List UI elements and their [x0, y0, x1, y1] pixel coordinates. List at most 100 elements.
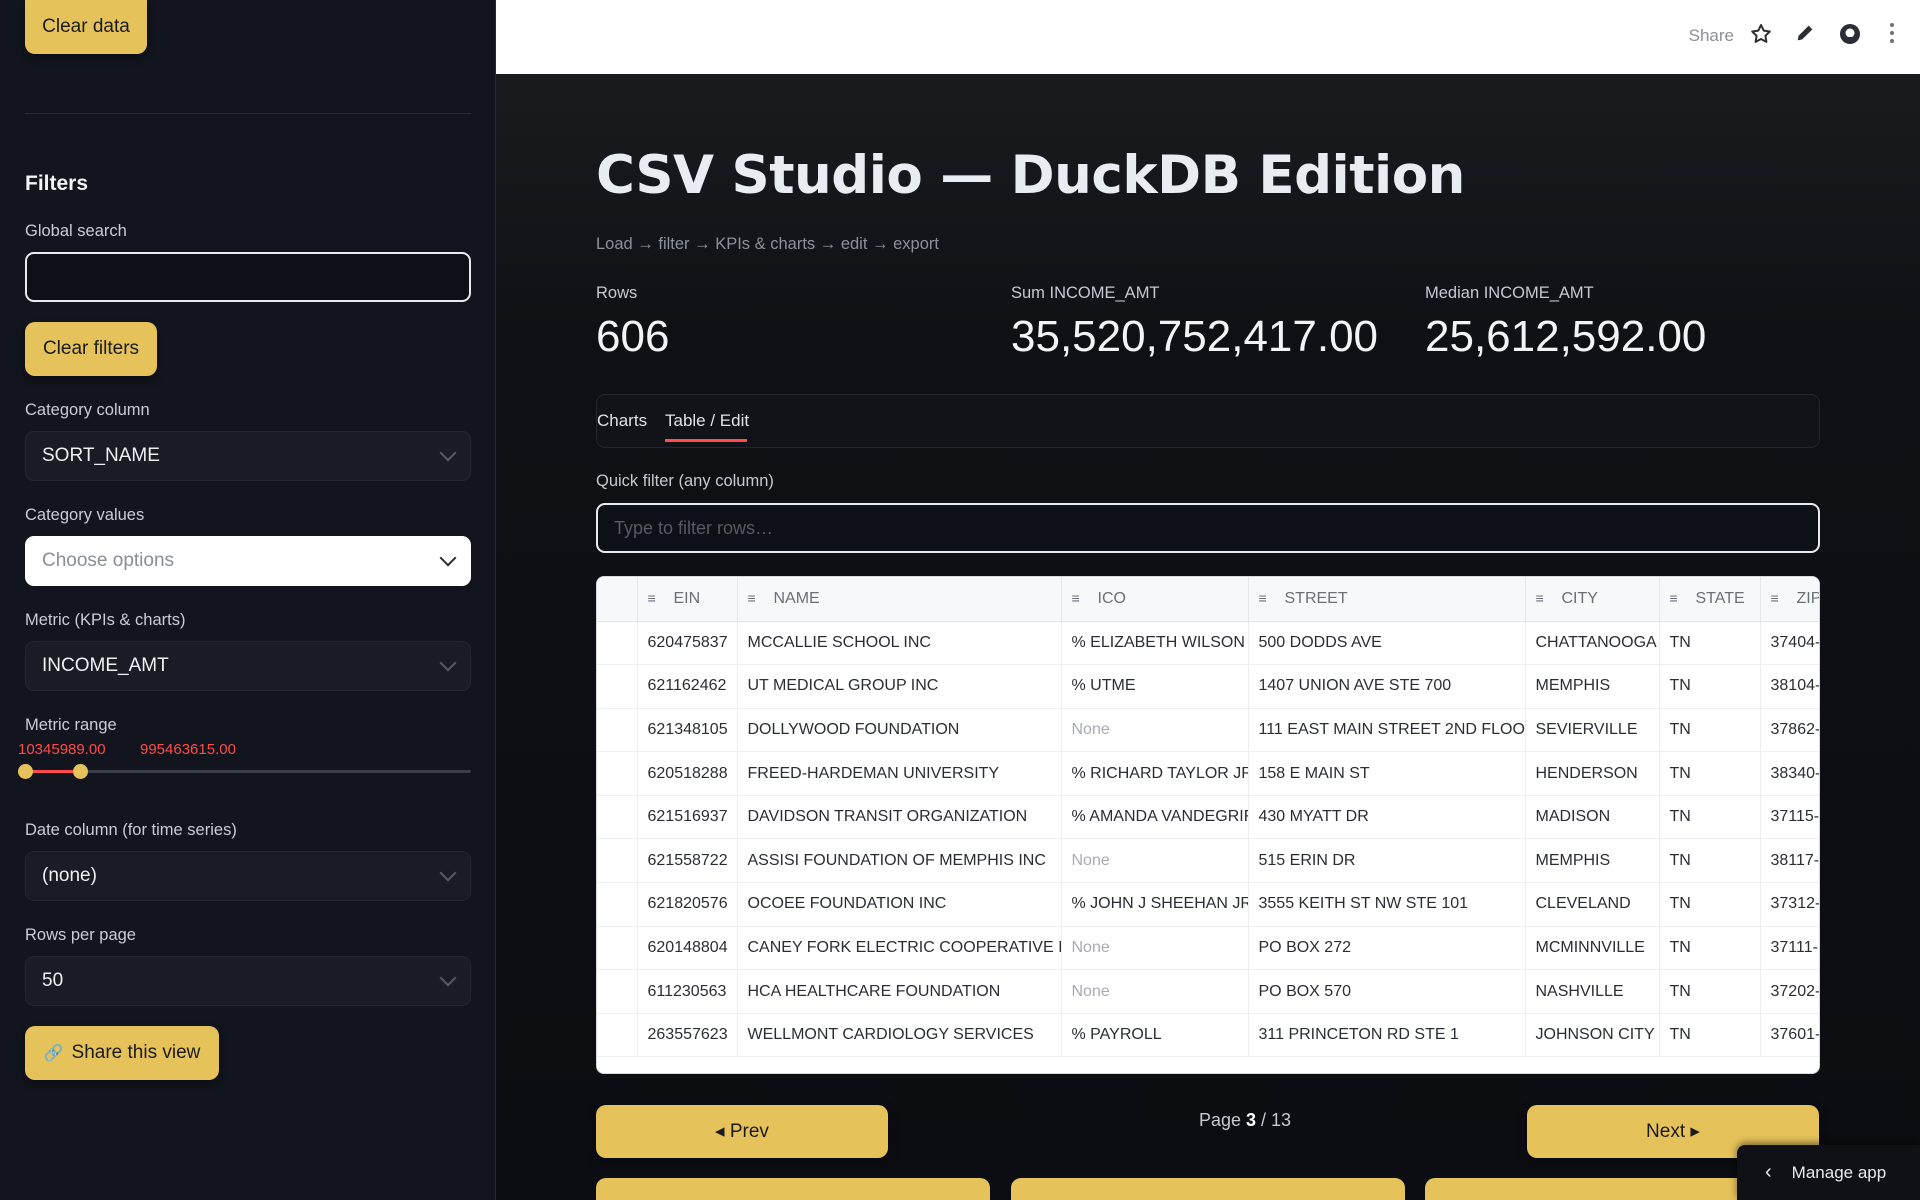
- row-index-cell[interactable]: [597, 795, 638, 840]
- table-cell[interactable]: TN: [1659, 708, 1761, 753]
- table-cell[interactable]: 37111-: [1760, 926, 1819, 971]
- table-cell[interactable]: 621162462: [637, 664, 738, 709]
- share-link[interactable]: Share: [1689, 26, 1734, 46]
- column-header-street[interactable]: ≡ STREET: [1248, 577, 1526, 622]
- table-cell[interactable]: 620475837: [637, 621, 738, 666]
- table-cell[interactable]: 37312-: [1760, 882, 1819, 927]
- table-cell[interactable]: 38340-: [1760, 751, 1819, 796]
- table-row[interactable]: 620148804 CANEY FORK ELECTRIC COOPERATIVE…: [597, 926, 1819, 971]
- table-cell[interactable]: TN: [1659, 969, 1761, 1014]
- github-icon[interactable]: [1836, 22, 1864, 50]
- table-cell[interactable]: ASSISI FOUNDATION OF MEMPHIS INC: [737, 838, 1062, 884]
- row-index-cell[interactable]: [597, 1013, 638, 1058]
- category-values-multiselect[interactable]: Choose options: [25, 536, 471, 586]
- table-row[interactable]: 621558722 ASSISI FOUNDATION OF MEMPHIS IN…: [597, 838, 1819, 884]
- date-column-select[interactable]: (none): [25, 851, 471, 901]
- table-cell[interactable]: HENDERSON: [1525, 751, 1660, 796]
- table-cell[interactable]: 37601-: [1760, 1013, 1819, 1058]
- table-row[interactable]: 621820576 OCOEE FOUNDATION INC% JOHN J SH…: [597, 882, 1819, 927]
- table-cell[interactable]: CANEY FORK ELECTRIC COOPERATIVE INC: [737, 926, 1062, 971]
- table-cell[interactable]: NASHVILLE: [1525, 969, 1660, 1014]
- row-index-cell[interactable]: [597, 621, 638, 666]
- table-cell[interactable]: 621558722: [637, 838, 738, 884]
- table-cell[interactable]: 1407 UNION AVE STE 700: [1248, 664, 1526, 709]
- table-row[interactable]: 621516937 DAVIDSON TRANSIT ORGANIZATION% …: [597, 795, 1819, 840]
- data-editor-table[interactable]: ≡ EIN ≡ NAME ≡ ICO ≡ STREET ≡ CITY ≡ STATE ≡ ZI…: [596, 576, 1820, 1074]
- share-view-button[interactable]: 🔗 Share this view: [25, 1026, 219, 1080]
- column-header-ico[interactable]: ≡ ICO: [1061, 577, 1249, 622]
- table-cell[interactable]: % ELIZABETH WILSON: [1061, 621, 1249, 666]
- table-cell[interactable]: None: [1061, 969, 1249, 1014]
- table-cell[interactable]: 38117-: [1760, 838, 1819, 884]
- table-cell[interactable]: SEVIERVILLE: [1525, 708, 1660, 753]
- column-header-city[interactable]: ≡ CITY: [1525, 577, 1660, 622]
- row-index-cell[interactable]: [597, 882, 638, 927]
- star-icon[interactable]: [1747, 22, 1775, 50]
- row-index-cell[interactable]: [597, 751, 638, 796]
- table-cell[interactable]: % RICHARD TAYLOR JR: [1061, 751, 1249, 796]
- table-cell[interactable]: HCA HEALTHCARE FOUNDATION: [737, 969, 1062, 1014]
- table-cell[interactable]: TN: [1659, 882, 1761, 927]
- table-cell[interactable]: None: [1061, 926, 1249, 971]
- column-header-name[interactable]: ≡ NAME: [737, 577, 1062, 622]
- table-cell[interactable]: DOLLYWOOD FOUNDATION: [737, 708, 1062, 753]
- table-cell[interactable]: TN: [1659, 621, 1761, 666]
- metric-range-track[interactable]: [25, 770, 471, 773]
- table-cell[interactable]: TN: [1659, 795, 1761, 840]
- kebab-menu-icon[interactable]: [1878, 22, 1906, 50]
- table-cell[interactable]: PO BOX 570: [1248, 969, 1526, 1014]
- table-cell[interactable]: MCMINNVILLE: [1525, 926, 1660, 971]
- table-cell[interactable]: % AMANDA VANDEGRIFT: [1061, 795, 1249, 840]
- column-header-ein[interactable]: ≡ EIN: [637, 577, 738, 622]
- global-search-input[interactable]: [25, 252, 471, 302]
- table-cell[interactable]: 3555 KEITH ST NW STE 101: [1248, 882, 1526, 927]
- metric-select[interactable]: INCOME_AMT: [25, 641, 471, 691]
- row-index-cell[interactable]: [597, 708, 638, 753]
- table-cell[interactable]: 311 PRINCETON RD STE 1: [1248, 1013, 1526, 1058]
- table-cell[interactable]: 620148804: [637, 926, 738, 971]
- table-row[interactable]: 621162462 UT MEDICAL GROUP INC% UTME 1407 …: [597, 664, 1819, 709]
- table-cell[interactable]: MEMPHIS: [1525, 838, 1660, 884]
- table-row[interactable]: 263557623 WELLMONT CARDIOLOGY SERVICES% P…: [597, 1013, 1819, 1058]
- table-cell[interactable]: None: [1061, 838, 1249, 884]
- range-min-handle[interactable]: [18, 764, 33, 779]
- table-cell[interactable]: OCOEE FOUNDATION INC: [737, 882, 1062, 927]
- table-cell[interactable]: TN: [1659, 751, 1761, 796]
- table-cell[interactable]: 38104-: [1760, 664, 1819, 709]
- table-row[interactable]: 620475837 MCCALLIE SCHOOL INC% ELIZABETH …: [597, 621, 1819, 666]
- table-cell[interactable]: 263557623: [637, 1013, 738, 1058]
- row-index-cell[interactable]: [597, 926, 638, 971]
- row-index-cell[interactable]: [597, 838, 638, 884]
- row-index-cell[interactable]: [597, 664, 638, 709]
- table-cell[interactable]: CHATTANOOGA: [1525, 621, 1660, 666]
- table-row[interactable]: 620518288 FREED-HARDEMAN UNIVERSITY% RICH…: [597, 751, 1819, 796]
- table-cell[interactable]: % PAYROLL: [1061, 1013, 1249, 1058]
- range-max-handle[interactable]: [73, 764, 88, 779]
- clear-data-button[interactable]: Clear data: [25, 0, 147, 54]
- table-cell[interactable]: 37404-: [1760, 621, 1819, 666]
- table-cell[interactable]: DAVIDSON TRANSIT ORGANIZATION: [737, 795, 1062, 840]
- tab-table-edit[interactable]: Table / Edit: [665, 411, 749, 431]
- table-row[interactable]: 611230563 HCA HEALTHCARE FOUNDATION None PO…: [597, 969, 1819, 1014]
- table-cell[interactable]: MEMPHIS: [1525, 664, 1660, 709]
- category-column-select[interactable]: SORT_NAME: [25, 431, 471, 481]
- table-cell[interactable]: 111 EAST MAIN STREET 2ND FLOOR: [1248, 708, 1526, 753]
- column-header-state[interactable]: ≡ STATE: [1659, 577, 1761, 622]
- pencil-icon[interactable]: [1791, 22, 1819, 50]
- table-cell[interactable]: MCCALLIE SCHOOL INC: [737, 621, 1062, 666]
- action-button-1[interactable]: [596, 1178, 990, 1200]
- action-button-2[interactable]: [1011, 1178, 1405, 1200]
- table-cell[interactable]: 611230563: [637, 969, 738, 1014]
- table-cell[interactable]: PO BOX 272: [1248, 926, 1526, 971]
- table-cell[interactable]: CLEVELAND: [1525, 882, 1660, 927]
- table-cell[interactable]: % JOHN J SHEEHAN JR: [1061, 882, 1249, 927]
- prev-page-button[interactable]: ◂ Prev: [596, 1105, 888, 1158]
- rows-per-page-select[interactable]: 50: [25, 956, 471, 1006]
- table-cell[interactable]: 621820576: [637, 882, 738, 927]
- table-cell[interactable]: 37115-: [1760, 795, 1819, 840]
- table-cell[interactable]: 515 ERIN DR: [1248, 838, 1526, 884]
- table-cell[interactable]: TN: [1659, 1013, 1761, 1058]
- table-cell[interactable]: % UTME: [1061, 664, 1249, 709]
- table-cell[interactable]: TN: [1659, 838, 1761, 884]
- table-cell[interactable]: 37202-: [1760, 969, 1819, 1014]
